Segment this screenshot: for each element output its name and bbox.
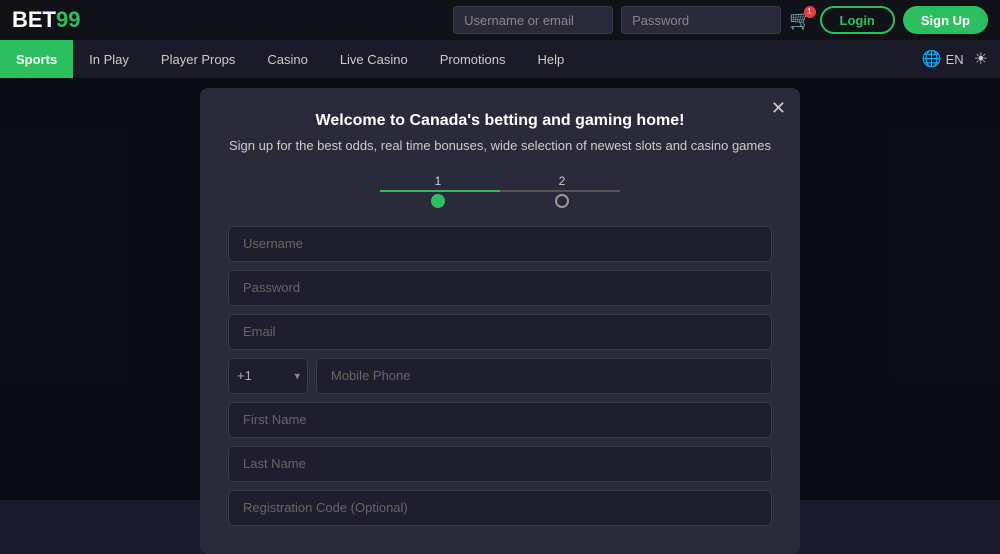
logo-bet-text: BET (12, 7, 56, 33)
login-button[interactable]: Login (820, 6, 895, 34)
nav: Sports In Play Player Props Casino Live … (0, 40, 1000, 78)
step-1-label: 1 (435, 174, 442, 188)
phone-input[interactable] (316, 358, 772, 394)
cart-button[interactable]: 🛒 1 (789, 10, 811, 31)
lang-label: EN (946, 52, 964, 67)
signup-button[interactable]: Sign Up (903, 6, 988, 34)
sidebar-item-inplay[interactable]: In Play (73, 40, 145, 78)
phone-code-wrap: +1 (228, 358, 308, 394)
email-field[interactable] (228, 314, 772, 350)
nav-right: 🌐 EN ☀ (922, 49, 1000, 69)
nav-left: Sports In Play Player Props Casino Live … (0, 40, 580, 78)
username-input[interactable] (453, 6, 613, 34)
overlay: ✕ Welcome to Canada's betting and gaming… (0, 78, 1000, 500)
lastname-field[interactable] (228, 446, 772, 482)
step-2-label: 2 (559, 174, 566, 188)
step-1-dot (431, 194, 445, 208)
signup-modal: ✕ Welcome to Canada's betting and gaming… (200, 88, 800, 554)
sidebar-item-livecasino[interactable]: Live Casino (324, 40, 424, 78)
phone-row: +1 (228, 358, 772, 394)
modal-close-button[interactable]: ✕ (771, 98, 786, 119)
regcode-field[interactable] (228, 490, 772, 526)
logo-99-text: 99 (56, 7, 80, 33)
phone-code-select[interactable]: +1 (228, 358, 308, 394)
header-right: 🛒 1 Login Sign Up (453, 6, 988, 34)
step-1: 1 (431, 174, 445, 208)
sidebar-item-playerprops[interactable]: Player Props (145, 40, 251, 78)
firstname-field[interactable] (228, 402, 772, 438)
sidebar-item-help[interactable]: Help (522, 40, 581, 78)
step-indicator: 1 2 (228, 174, 772, 208)
password-input[interactable] (621, 6, 781, 34)
globe-icon: 🌐 (922, 49, 942, 69)
password-field[interactable] (228, 270, 772, 306)
cart-badge: 1 (804, 6, 816, 18)
sidebar-item-casino[interactable]: Casino (251, 40, 323, 78)
step-2-dot (555, 194, 569, 208)
language-button[interactable]: 🌐 EN (922, 49, 964, 69)
step-2: 2 (555, 174, 569, 208)
sidebar-item-promotions[interactable]: Promotions (424, 40, 522, 78)
modal-title: Welcome to Canada's betting and gaming h… (228, 112, 772, 130)
modal-subtitle: Sign up for the best odds, real time bon… (228, 136, 772, 156)
username-field[interactable] (228, 226, 772, 262)
logo: BET 99 (12, 7, 80, 33)
sidebar-item-sports[interactable]: Sports (0, 40, 73, 78)
header: BET 99 🛒 1 Login Sign Up (0, 0, 1000, 40)
step-group: 1 2 (431, 174, 569, 208)
theme-toggle-button[interactable]: ☀ (974, 49, 988, 69)
